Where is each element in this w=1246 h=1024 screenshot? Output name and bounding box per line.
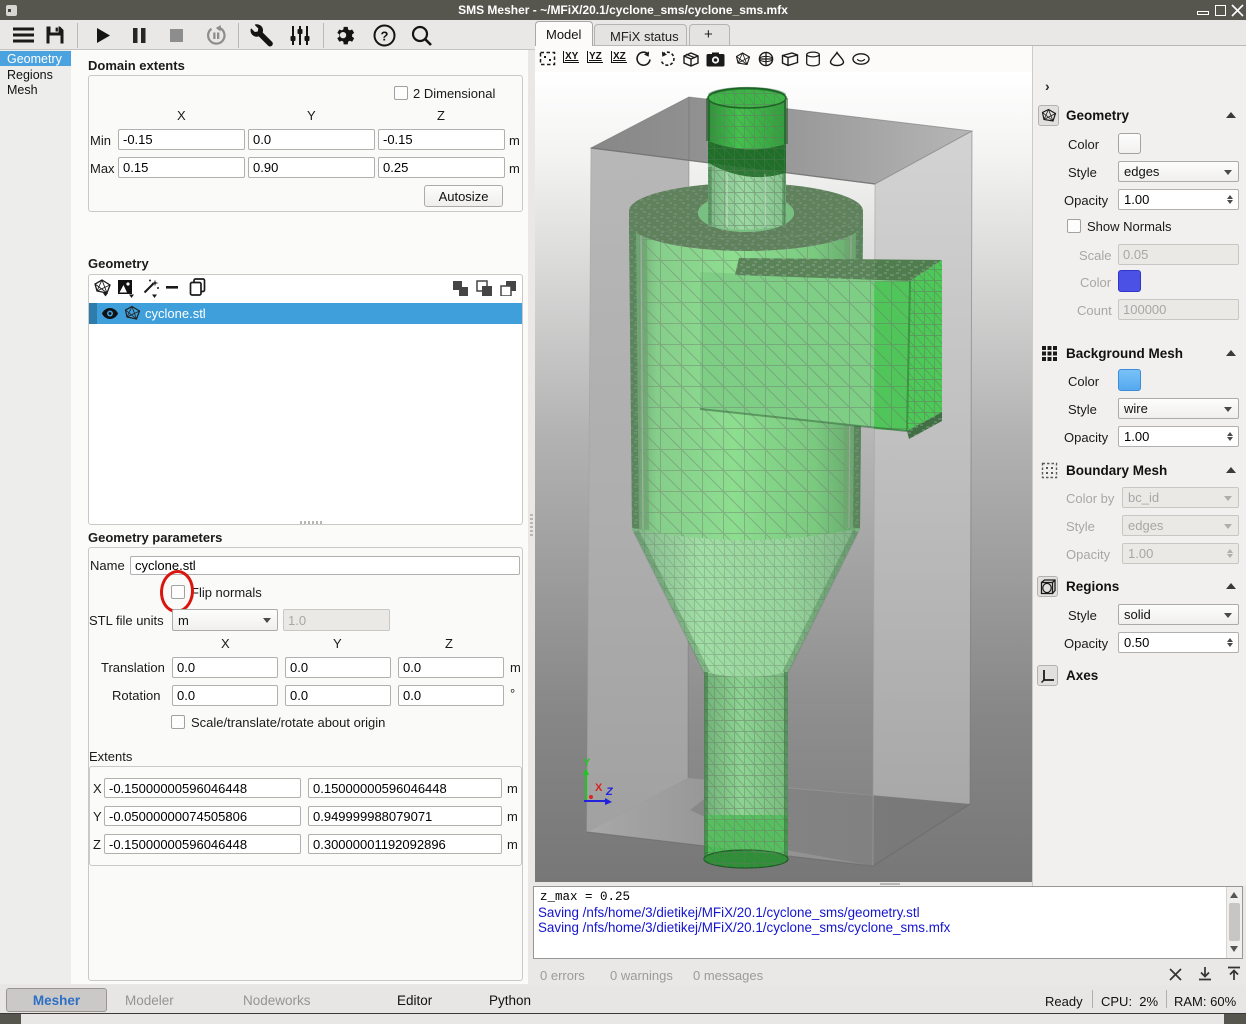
svg-text:?: ? (381, 29, 389, 44)
svg-text:X: X (595, 782, 603, 794)
svg-text:Y: Y (583, 757, 591, 769)
svg-text:Z: Z (605, 786, 614, 798)
